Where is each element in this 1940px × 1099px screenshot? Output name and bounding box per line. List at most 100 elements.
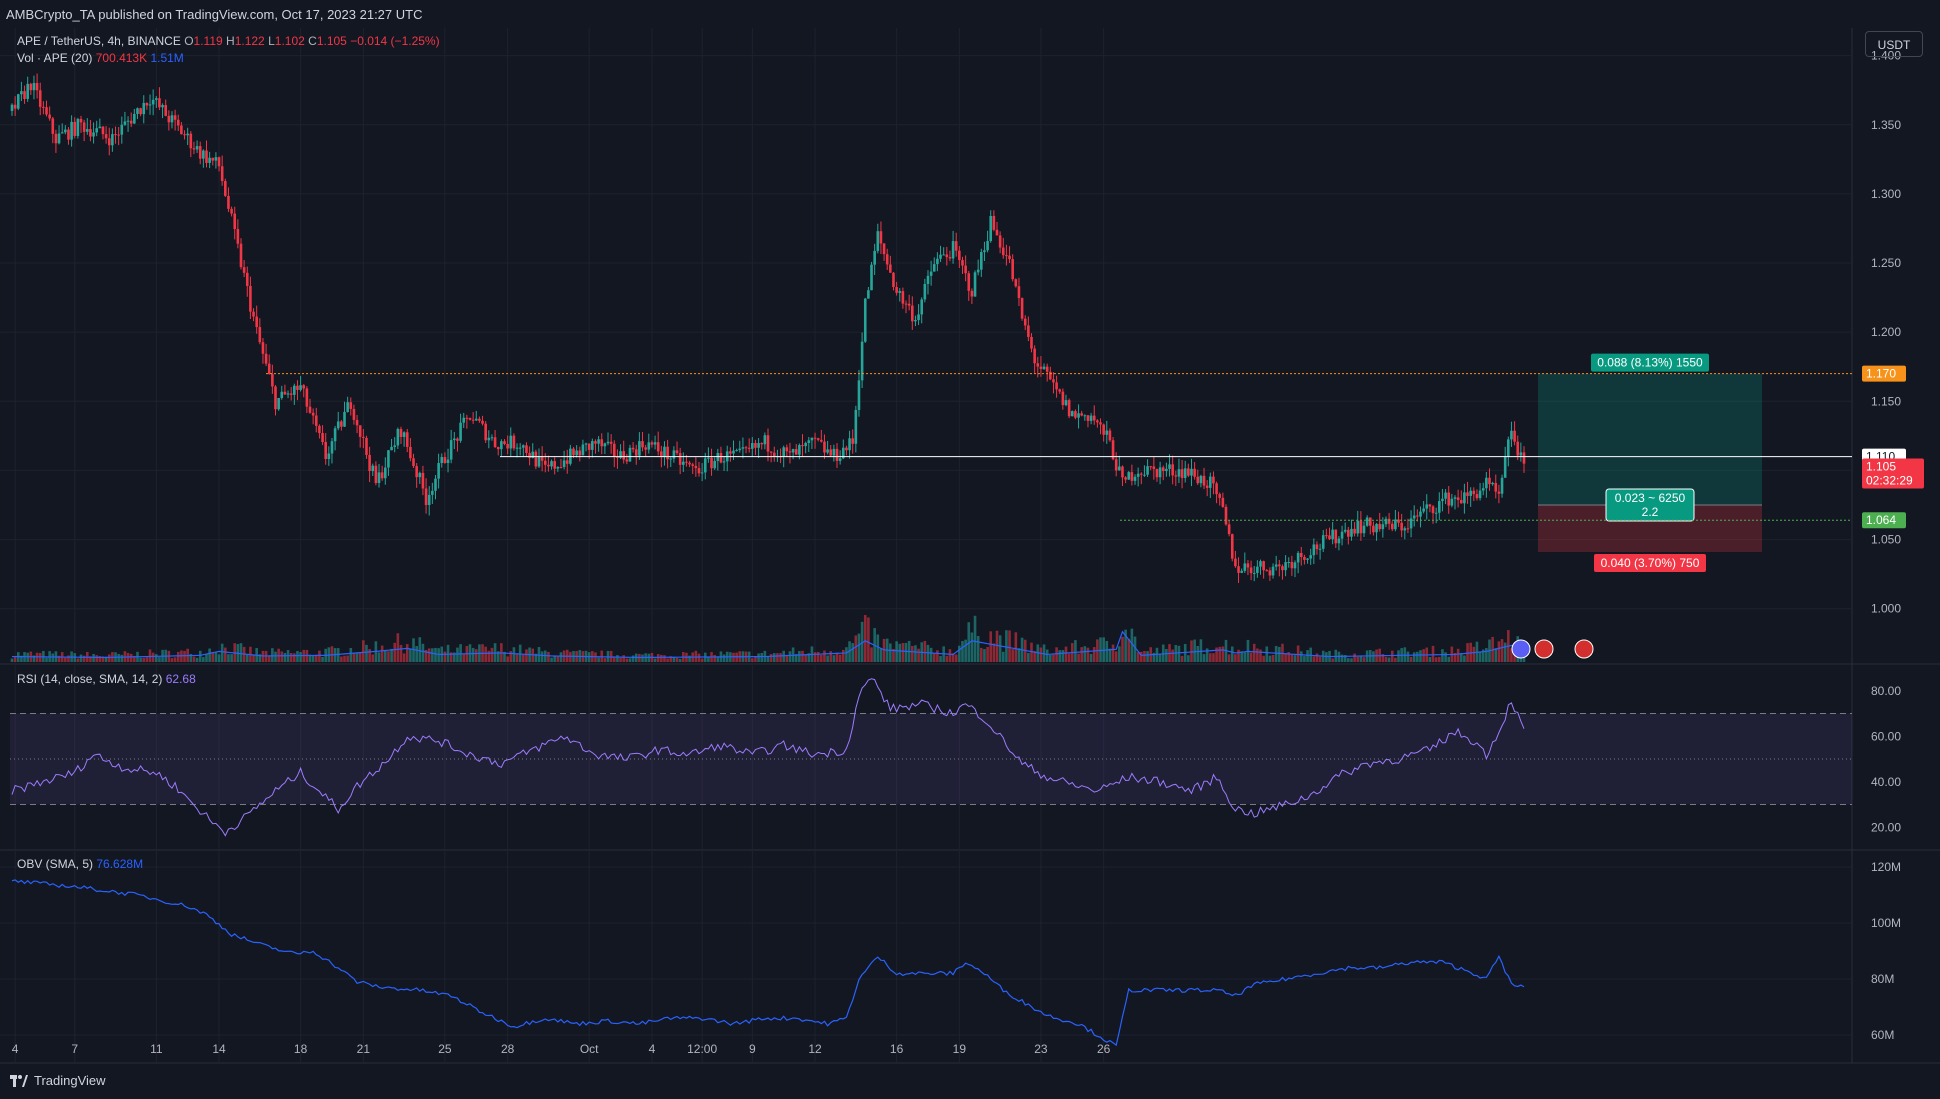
volume-bar xyxy=(522,654,525,662)
candle-body xyxy=(195,146,199,150)
volume-bar xyxy=(1431,645,1435,662)
candle-body xyxy=(1230,534,1234,559)
rsi-tick-label: 20.00 xyxy=(1871,820,1901,834)
candle-body xyxy=(267,363,271,375)
symbol-label[interactable]: APE / TetherUS, 4h, BINANCE xyxy=(17,34,181,48)
candle-body xyxy=(252,311,255,317)
candle-body xyxy=(358,425,362,437)
candle-body xyxy=(653,442,657,445)
candle-body xyxy=(578,450,582,456)
volume-bar xyxy=(1055,647,1058,662)
candle-body xyxy=(1475,494,1479,499)
candle-body xyxy=(136,108,139,114)
volume-bar xyxy=(760,652,764,662)
obv-title[interactable]: OBV (SMA, 5) xyxy=(17,857,93,871)
candle-body xyxy=(92,132,95,137)
candle-body xyxy=(402,432,406,437)
candle-body xyxy=(606,441,610,444)
volume-bar xyxy=(117,653,120,662)
candle-body xyxy=(1127,472,1131,480)
candle-body xyxy=(932,264,936,272)
volume-bar xyxy=(713,654,716,662)
candle-body xyxy=(747,447,751,449)
candle-body xyxy=(942,254,945,256)
close-label: C xyxy=(308,34,317,48)
candle-body xyxy=(16,94,20,109)
candle-body xyxy=(1406,528,1410,530)
candle-body xyxy=(1303,557,1306,560)
candle-body xyxy=(10,104,14,111)
countdown-label: 02:32:29 xyxy=(1866,474,1913,488)
volume-bar xyxy=(666,658,669,662)
candle-body xyxy=(719,453,723,463)
volume-label[interactable]: Vol · APE (20) xyxy=(17,51,92,65)
volume-bar xyxy=(1500,639,1504,662)
candle-body xyxy=(992,215,996,230)
candle-body xyxy=(139,108,142,115)
candle-body xyxy=(374,465,378,483)
volume-bar xyxy=(923,640,927,662)
candle-body xyxy=(1262,561,1265,571)
candle-body xyxy=(164,105,168,116)
candle-body xyxy=(79,118,83,123)
candle-body xyxy=(785,447,789,452)
volume-bar xyxy=(198,650,202,662)
volume-bar xyxy=(1331,658,1334,662)
candle-body xyxy=(305,388,309,407)
candle-body xyxy=(67,129,70,140)
position-target-zone xyxy=(1538,373,1762,505)
volume-bar xyxy=(631,655,635,662)
candle-body xyxy=(882,243,886,255)
volume-bar xyxy=(766,656,770,662)
volume-bar xyxy=(183,650,186,662)
volume-bar xyxy=(293,653,296,662)
volume-legend: Vol · APE (20) 700.413K 1.51M xyxy=(17,51,184,65)
candle-body xyxy=(302,385,306,389)
currency-button[interactable]: USDT xyxy=(1865,31,1923,57)
candle-body xyxy=(1378,523,1382,530)
x-tick-label: 26 xyxy=(1097,1042,1111,1056)
volume-bar xyxy=(970,632,974,662)
volume-bar xyxy=(1234,654,1237,662)
candle-body xyxy=(230,208,233,214)
candle-body xyxy=(1375,523,1378,533)
candle-body xyxy=(396,429,400,446)
candle-body xyxy=(1165,468,1168,472)
volume-bar xyxy=(1052,654,1055,662)
candle-body xyxy=(173,115,177,120)
obv-line xyxy=(11,879,1525,1047)
volume-bar xyxy=(1416,651,1419,662)
candle-body xyxy=(280,391,284,399)
candle-body xyxy=(1074,411,1077,418)
candle-body xyxy=(641,441,644,448)
volume-bar xyxy=(1014,632,1018,662)
candle-body xyxy=(923,283,927,300)
volume-bar xyxy=(1306,650,1309,662)
candle-body xyxy=(1453,497,1457,499)
volume-bar xyxy=(202,657,205,662)
candle-body xyxy=(264,353,268,364)
volume-bar xyxy=(321,656,324,662)
candle-body xyxy=(666,446,669,460)
rsi-title[interactable]: RSI (14, close, SMA, 14, 2) xyxy=(17,672,162,686)
candle-body xyxy=(820,439,823,442)
volume-bar xyxy=(694,650,698,662)
trading-chart[interactable]: 4 7 11 14 18 21 25 28 Oct 4 12:00 9 12 16 19 23 261.4001… xyxy=(0,0,1940,1099)
volume-bar xyxy=(1240,651,1243,662)
volume-bar xyxy=(142,657,146,662)
volume-bar xyxy=(387,651,390,662)
candle-body xyxy=(180,125,183,135)
candle-body xyxy=(983,250,986,253)
candle-body xyxy=(1365,517,1369,526)
volume-bar xyxy=(1296,645,1300,662)
volume-bar xyxy=(625,658,629,662)
candle-body xyxy=(1033,348,1036,364)
candle-body xyxy=(1340,531,1344,539)
candle-body xyxy=(189,133,193,149)
candle-body xyxy=(1005,255,1008,257)
volume-bar xyxy=(1111,644,1115,662)
candle-body xyxy=(801,445,804,447)
volume-bar xyxy=(1105,640,1109,662)
candle-body xyxy=(1259,561,1262,567)
candle-body xyxy=(1281,566,1284,571)
